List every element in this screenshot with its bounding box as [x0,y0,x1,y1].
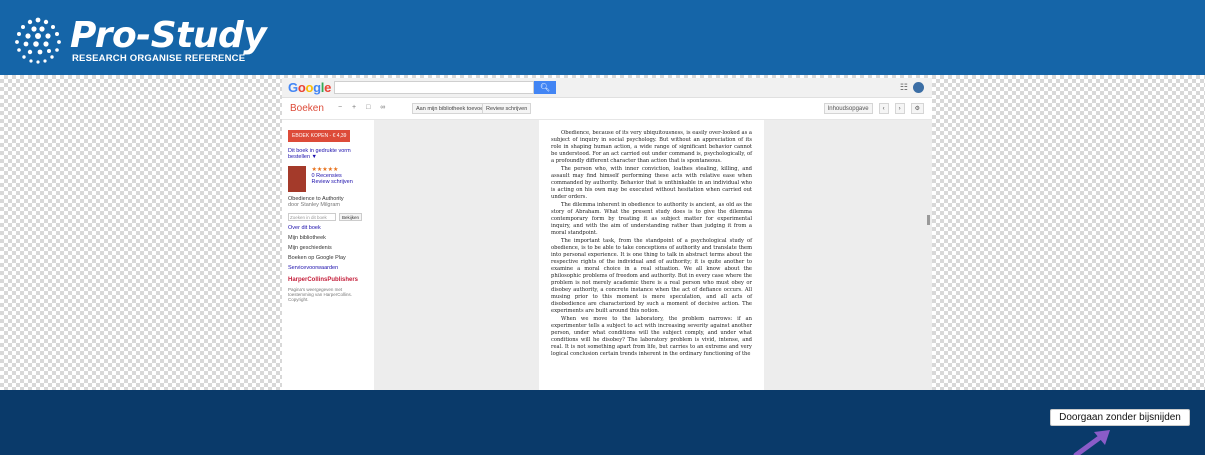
buy-ebook-button: EBOEK KOPEN - € 4,39 [288,130,351,142]
toolbar-right: Inhoudsopgave ‹ › ⚙ [823,103,924,114]
header-bar: Pro-Study RESEARCH ORGANISE REFERENCE [0,0,1205,75]
google-play-item: Boeken op Google Play [288,255,346,261]
write-review-link: Review schrijven [311,179,353,185]
about-book-link: Over dit boek [288,225,321,231]
page-paragraph: The important task, from the standpoint … [551,238,752,314]
write-review-button: Review schrijven [482,103,532,114]
publisher-note: Pagina's weergegeven met toestemming van… [288,287,353,302]
pro-study-logo: Pro-Study RESEARCH ORGANISE REFERENCE [10,10,267,70]
zoom-icons: − + □ ∞ [338,104,390,111]
avatar [913,82,924,93]
viewer-scrollbar [927,215,930,225]
search-in-book-button: Bekijken [339,213,363,221]
prev-page-icon: ‹ [878,103,889,114]
google-search-input [334,81,534,94]
publisher-logo: HarperCollinsPublishers [288,277,359,283]
pointer-arrow-icon [1073,430,1110,455]
order-print-link: Dit boek in gedrukte vorm bestellen ▼ [288,148,351,160]
book-page: Obedience, because of its very ubiquitou… [539,120,764,390]
toc-dropdown: Inhoudsopgave [823,103,873,114]
search-icon: 🔍︎ [534,81,556,94]
book-cover [288,166,306,192]
book-viewer: Obedience, because of its very ubiquitou… [374,120,932,390]
books-toolbar: Boeken − + □ ∞ Aan mijn bibliotheek toev… [282,98,932,120]
continue-without-crop-button[interactable]: Doorgaan zonder bijsnijden [1050,409,1190,426]
terms-link: Servicevoorwaarden [288,265,339,271]
globe-icon [15,17,61,64]
my-history-item: Mijn geschiedenis [288,245,332,251]
book-sidebar: EBOEK KOPEN - € 4,39 Dit boek in gedrukt… [282,120,374,390]
google-logo: Google [288,80,332,95]
next-page-icon: › [894,103,905,114]
captured-screenshot[interactable]: Google 🔍︎ ☷ Boeken − + □ ∞ Aan mijn bibl… [282,78,932,390]
gear-icon: ⚙ [910,103,924,114]
apps-grid-icon: ☷ [899,82,908,92]
page-paragraph: The person who, with inner conviction, l… [551,166,752,200]
page-paragraph: Obedience, because of its very ubiquitou… [551,130,752,164]
books-label: Boeken [290,103,324,114]
my-library-item: Mijn bibliotheek [288,235,326,241]
star-rating-icon: ★★★★★ [311,167,339,173]
brand-title: Pro-Study [70,14,267,56]
bottom-bar [0,390,1205,455]
google-top-bar: Google 🔍︎ ☷ [282,78,932,98]
search-in-book-input: Zoeken in dit boek [288,213,336,221]
book-author: door Stanley Milgram [288,202,340,208]
page-paragraph: When we move to the laboratory, the prob… [551,316,752,357]
page-paragraph: The dilemma inherent in obedience to aut… [551,202,752,236]
brand-subtitle: RESEARCH ORGANISE REFERENCE [72,52,246,64]
